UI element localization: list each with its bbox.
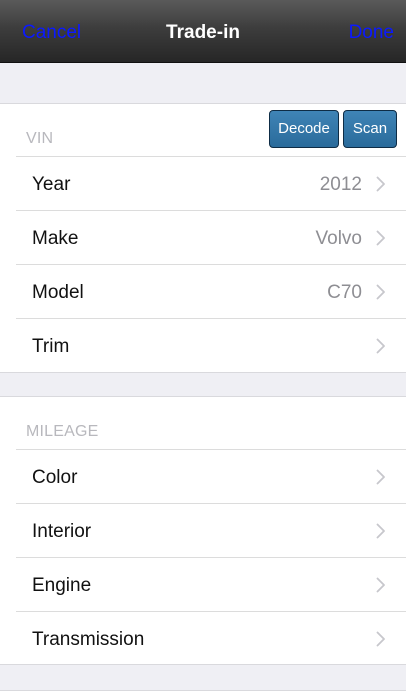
year-row[interactable]: Year 2012	[16, 157, 406, 211]
row-label: Interior	[32, 521, 92, 542]
make-row[interactable]: Make Volvo	[16, 211, 406, 265]
row-label: Make	[32, 228, 79, 249]
section-spacer	[0, 664, 406, 698]
transmission-row[interactable]: Transmission	[16, 612, 406, 666]
model-row[interactable]: Model C70	[16, 265, 406, 319]
vin-header-row: VIN Decode Scan	[16, 104, 406, 157]
navigation-bar: Cancel Trade-in Done	[0, 0, 406, 63]
color-row[interactable]: Color	[16, 450, 406, 504]
interior-row[interactable]: Interior	[16, 504, 406, 558]
row-label: Transmission	[32, 629, 145, 650]
done-button[interactable]: Done	[349, 22, 394, 44]
chevron-right-icon	[376, 577, 385, 593]
chevron-right-icon	[376, 284, 385, 300]
details-section: MILEAGE Color Interior Engine Transmissi…	[0, 397, 406, 664]
row-value: Volvo	[315, 228, 362, 249]
chevron-right-icon	[376, 338, 385, 354]
row-label: Color	[32, 467, 78, 488]
row-label: Trim	[32, 336, 70, 357]
chevron-right-icon	[376, 631, 385, 647]
decode-button[interactable]: Decode	[269, 110, 339, 148]
section-spacer	[0, 63, 406, 104]
row-label: Year	[32, 174, 71, 195]
mileage-header-row[interactable]: MILEAGE	[16, 397, 406, 450]
mileage-field[interactable]: MILEAGE	[26, 423, 99, 441]
vin-label: VIN	[26, 130, 54, 147]
scan-button[interactable]: Scan	[343, 110, 397, 148]
row-label: Engine	[32, 575, 92, 596]
trim-row[interactable]: Trim	[16, 319, 406, 373]
chevron-right-icon	[376, 523, 385, 539]
row-value: 2012	[319, 174, 362, 195]
chevron-right-icon	[376, 176, 385, 192]
chevron-right-icon	[376, 230, 385, 246]
row-value: C70	[327, 282, 362, 303]
row-label: Model	[32, 282, 84, 303]
engine-row[interactable]: Engine	[16, 558, 406, 612]
vehicle-section: VIN Decode Scan Year 2012 Make Volvo Mod…	[0, 104, 406, 372]
chevron-right-icon	[376, 469, 385, 485]
page-title: Trade-in	[166, 22, 240, 43]
section-spacer	[0, 372, 406, 397]
